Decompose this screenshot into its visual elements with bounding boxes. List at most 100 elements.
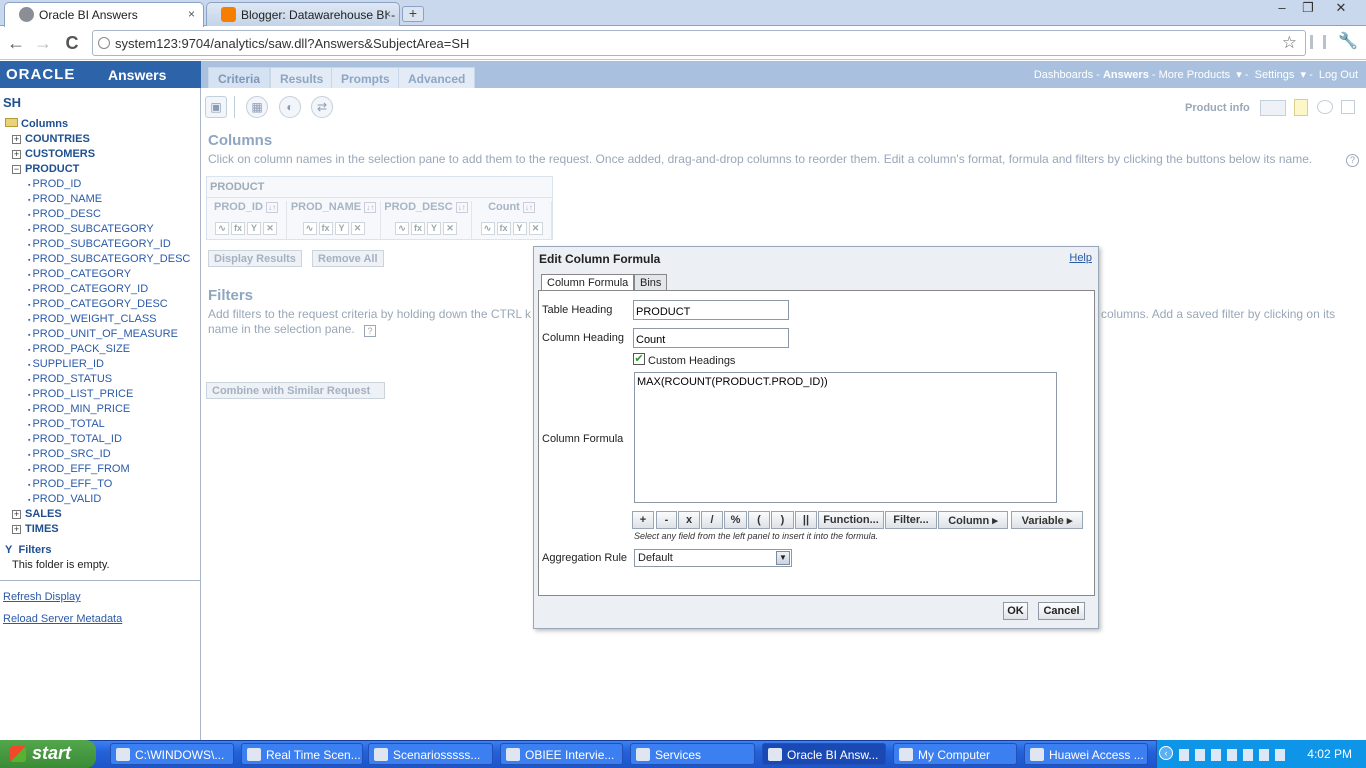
pivot-view-icon[interactable]: ⇄ [311, 96, 333, 118]
expand-toggle-icon[interactable]: + [12, 150, 21, 159]
table-heading-input[interactable] [633, 300, 789, 320]
tab-advanced[interactable]: Advanced [398, 67, 476, 88]
minus-button[interactable]: - [656, 511, 677, 529]
concat-button[interactable]: || [795, 511, 817, 529]
column-item[interactable]: PROD_TOTAL [28, 418, 104, 430]
columns-folder[interactable]: Columns [5, 118, 68, 130]
help-icon[interactable]: ? [1346, 154, 1359, 167]
column-item[interactable]: PROD_EFF_FROM [28, 463, 129, 475]
help-icon[interactable]: ? [364, 325, 376, 337]
ok-button[interactable]: OK [1003, 602, 1028, 620]
criteria-column[interactable]: Count ↓↑ ∿ fx Y ✕ [472, 201, 552, 239]
taskbar-item[interactable]: OBIEE Intervie... [500, 743, 623, 765]
address-bar[interactable]: system123:9704/analytics/saw.dll?Answers… [92, 30, 1306, 56]
refresh-display-link[interactable]: Refresh Display [3, 591, 81, 603]
open-paren-button[interactable]: ( [748, 511, 770, 529]
tab-bins[interactable]: Bins [634, 274, 668, 291]
column-action-icon[interactable]: ∿ [215, 222, 229, 235]
variable-button[interactable]: Variable ▸ [1011, 511, 1083, 529]
forward-button[interactable]: → [32, 32, 54, 54]
filter-button[interactable]: Filter... [885, 511, 937, 529]
tab-criteria[interactable]: Criteria [208, 67, 271, 88]
column-item[interactable]: PROD_UNIT_OF_MEASURE [28, 328, 177, 340]
column-item[interactable]: PROD_DESC [28, 208, 100, 220]
column-item[interactable]: PROD_NAME [28, 193, 102, 205]
close-tab-icon[interactable]: × [188, 7, 195, 21]
dropdown-icon[interactable]: ▾ - [1233, 69, 1251, 81]
column-item[interactable]: PROD_SRC_ID [28, 448, 110, 460]
close-tab-icon[interactable]: × [384, 7, 391, 21]
column-heading-input[interactable] [633, 328, 789, 348]
column-item[interactable]: PROD_ID [28, 178, 81, 190]
column-action-icon[interactable]: ✕ [350, 222, 365, 235]
column-item[interactable]: PROD_CATEGORY [28, 268, 131, 280]
sort-icon[interactable]: ↓↑ [455, 202, 468, 213]
column-item[interactable]: PROD_WEIGHT_CLASS [28, 313, 156, 325]
aggregation-rule-select[interactable]: Default ▼ [634, 549, 792, 567]
taskbar-item[interactable]: Huawei Access ... [1024, 743, 1148, 765]
column-formula-textarea[interactable]: MAX(RCOUNT(PRODUCT.PROD_ID)) [634, 372, 1057, 503]
reload-metadata-link[interactable]: Reload Server Metadata [3, 613, 122, 625]
column-action-icon[interactable]: fx [318, 222, 333, 235]
folder-sales[interactable]: + SALES [12, 508, 62, 520]
taskbar-item[interactable]: C:\WINDOWS\... [110, 743, 234, 765]
column-action-icon[interactable]: Y [334, 222, 349, 235]
chart-view-icon[interactable]: ◐ [279, 96, 301, 118]
sort-icon[interactable]: ↓↑ [522, 202, 535, 213]
display-results-button[interactable]: Display Results [208, 250, 302, 267]
divide-button[interactable]: / [701, 511, 723, 529]
table-view-icon[interactable]: ▦ [246, 96, 268, 118]
wrench-icon[interactable]: 🔧 [1338, 31, 1358, 51]
logout-link[interactable]: Log Out [1319, 69, 1358, 81]
column-button[interactable]: Column ▸ [938, 511, 1008, 529]
new-request-icon[interactable] [1294, 99, 1308, 116]
bookmark-star-icon[interactable]: ☆ [1282, 33, 1297, 53]
folder-product[interactable]: − PRODUCT [12, 163, 79, 175]
taskbar-item[interactable]: Services [630, 743, 755, 765]
expand-toggle-icon[interactable]: + [12, 510, 21, 519]
open-request-icon[interactable] [1317, 100, 1333, 114]
column-action-icon[interactable]: ∿ [480, 222, 495, 235]
dropdown-icon[interactable]: ▾ - [1297, 69, 1315, 81]
save-icon[interactable] [1341, 100, 1355, 114]
tab-prompts[interactable]: Prompts [331, 67, 400, 88]
dialog-help-link[interactable]: Help [1069, 252, 1092, 264]
back-button[interactable]: ← [5, 32, 27, 54]
column-action-icon[interactable]: ∿ [302, 222, 317, 235]
column-action-icon[interactable]: Y [427, 222, 441, 235]
close-paren-button[interactable]: ) [771, 511, 794, 529]
column-item[interactable]: PROD_MIN_PRICE [28, 403, 130, 415]
plus-button[interactable]: + [632, 511, 654, 529]
settings-link[interactable]: Settings [1255, 69, 1295, 81]
tab-results[interactable]: Results [270, 67, 334, 88]
column-item[interactable]: PROD_CATEGORY_DESC [28, 298, 167, 310]
chevron-down-icon[interactable]: ▼ [776, 551, 790, 565]
browser-tab-blogger[interactable]: Blogger: Datawarehouse BI - ( × [206, 2, 400, 26]
column-item[interactable]: PROD_SUBCATEGORY_ID [28, 238, 170, 250]
page-action-icon[interactable] [1310, 35, 1326, 49]
sort-icon[interactable]: ↓↑ [364, 202, 377, 213]
column-action-icon[interactable]: ✕ [443, 222, 457, 235]
save-request-icon[interactable]: ▣ [205, 96, 227, 118]
browser-tab-oracle[interactable]: Oracle BI Answers × [4, 2, 204, 27]
column-item[interactable]: PROD_SUBCATEGORY_DESC [28, 253, 190, 265]
column-action-icon[interactable]: ✕ [528, 222, 543, 235]
taskbar-item[interactable]: Scenariosssss... [368, 743, 493, 765]
percent-button[interactable]: % [724, 511, 747, 529]
custom-headings-checkbox[interactable]: ✔ [633, 353, 645, 365]
column-action-icon[interactable]: Y [512, 222, 527, 235]
column-item[interactable]: PROD_VALID [28, 493, 101, 505]
show-hidden-icons-icon[interactable]: ‹ [1159, 746, 1173, 760]
answers-link[interactable]: Answers [1103, 69, 1149, 81]
column-item[interactable]: PROD_SUBCATEGORY [28, 223, 153, 235]
filters-folder[interactable]: Y Filters [5, 544, 51, 556]
column-action-icon[interactable]: fx [496, 222, 511, 235]
combine-similar-request-button[interactable]: Combine with Similar Request [206, 382, 385, 399]
new-tab-button[interactable]: + [402, 6, 424, 22]
column-item[interactable]: SUPPLIER_ID [28, 358, 104, 370]
expand-toggle-icon[interactable]: − [12, 165, 21, 174]
cancel-button[interactable]: Cancel [1038, 602, 1085, 620]
column-item[interactable]: PROD_EFF_TO [28, 478, 112, 490]
column-action-icon[interactable]: fx [231, 222, 245, 235]
column-action-icon[interactable]: ✕ [263, 222, 277, 235]
